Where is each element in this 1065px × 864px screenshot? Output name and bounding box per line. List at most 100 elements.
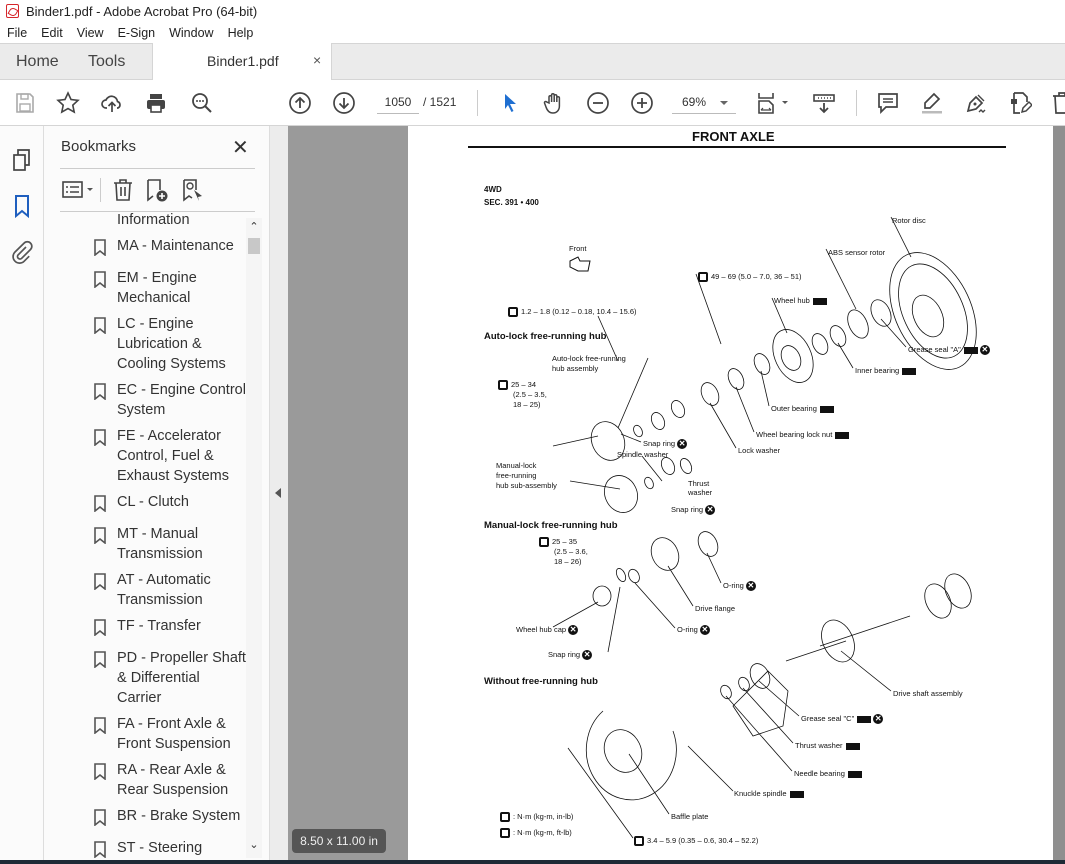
new-bookmark-icon[interactable] — [145, 178, 169, 202]
sign-icon[interactable] — [964, 91, 988, 115]
title-bar: Binder1.pdf - Adobe Acrobat Pro (64-bit) — [0, 0, 1065, 22]
inner-bearing — [829, 325, 847, 347]
bookmark-label: AT - Automatic Transmission — [117, 572, 211, 608]
grease-seal-c — [749, 663, 771, 689]
zoom-out-icon[interactable] — [586, 91, 610, 115]
page-up-icon[interactable] — [288, 91, 312, 115]
bookmark-label: FA - Front Axle & Front Suspension — [117, 716, 231, 752]
bookmark-label: RA - Rear Axle & Rear Suspension — [117, 762, 229, 798]
rotor-disc — [889, 252, 977, 370]
close-panel-icon[interactable]: ✕ — [232, 135, 249, 160]
bookmark-icon — [94, 717, 106, 735]
menu-help[interactable]: Help — [228, 26, 254, 40]
highlight-icon[interactable] — [920, 91, 944, 115]
panel-title: Bookmarks — [61, 138, 137, 155]
bookmark-icon — [94, 317, 106, 335]
menu-bar: File Edit View E-Sign Window Help — [0, 22, 1065, 43]
delete-icon[interactable] — [1050, 91, 1065, 115]
save-icon[interactable] — [13, 91, 37, 115]
tab-home[interactable]: Home — [16, 53, 59, 71]
document-viewer: FRONT AXLE 4WD SEC. 391 • 400 Front Auto… — [288, 126, 1065, 860]
bookmark-icon — [94, 271, 106, 289]
scroll-mode-icon[interactable] — [812, 91, 836, 115]
tab-document[interactable]: Binder1.pdf × — [152, 43, 332, 80]
page-number-input[interactable]: 1050 — [377, 92, 419, 114]
select-cursor-icon[interactable] — [498, 91, 522, 115]
bookmark-label: MT - Manual Transmission — [117, 526, 203, 562]
bookmark-label: ST - Steering — [117, 840, 203, 856]
scroll-down-icon[interactable]: ⌄ — [248, 838, 260, 851]
manual-lock-hub — [604, 475, 638, 513]
options-menu-button[interactable] — [61, 179, 97, 201]
panel-splitter[interactable] — [269, 126, 288, 864]
document-scrollbar[interactable] — [1053, 126, 1065, 860]
fit-page-icon[interactable] — [756, 91, 792, 115]
divider — [60, 168, 255, 169]
tab-tools[interactable]: Tools — [88, 53, 125, 71]
bookmark-icon — [94, 383, 106, 401]
bookmark-icon — [94, 239, 106, 257]
find-icon[interactable] — [190, 91, 214, 115]
window-title: Binder1.pdf - Adobe Acrobat Pro (64-bit) — [26, 3, 258, 19]
edit-pdf-icon[interactable] — [1008, 91, 1032, 115]
exploded-view-diagram — [552, 216, 977, 839]
baffle-plate — [585, 710, 677, 801]
navigation-rail — [0, 126, 44, 864]
bookmark-icon — [94, 809, 106, 827]
comment-icon[interactable] — [876, 91, 900, 115]
bookmark-label: TF - Transfer — [117, 618, 201, 634]
menu-view[interactable]: View — [77, 26, 104, 40]
bookmark-icon — [94, 651, 106, 669]
menu-file[interactable]: File — [7, 26, 27, 40]
print-icon[interactable] — [144, 91, 168, 115]
acrobat-logo-icon — [6, 4, 19, 18]
upload-cloud-icon[interactable] — [100, 91, 124, 115]
bookmark-icon — [94, 619, 106, 637]
delete-bookmark-icon[interactable] — [112, 178, 134, 202]
taskbar — [0, 860, 1065, 864]
page-size-badge: 8.50 x 11.00 in — [292, 829, 386, 853]
bookmark-icon — [94, 763, 106, 781]
knuckle-spindle — [732, 670, 789, 737]
bookmark-label: EM - Engine Mechanical — [117, 270, 197, 306]
scroll-up-icon[interactable]: ⌃ — [248, 220, 260, 233]
bookmark-label: EC - Engine Control System — [117, 382, 246, 418]
bookmark-icon — [94, 573, 106, 591]
bookmark-icon — [94, 495, 106, 513]
auto-lock-hub — [590, 421, 626, 461]
page-thumbnails-icon[interactable] — [10, 148, 34, 172]
zoom-in-icon[interactable] — [630, 91, 654, 115]
toolbar-divider — [856, 90, 857, 116]
tab-document-label: Binder1.pdf — [207, 53, 279, 69]
tab-bar: Home Tools Binder1.pdf × — [0, 43, 1065, 80]
bookmark-star-icon[interactable] — [56, 91, 80, 115]
menu-window[interactable]: Window — [169, 26, 213, 40]
hand-icon[interactable] — [542, 91, 566, 115]
chevron-down-icon — [720, 101, 728, 105]
zoom-level-value: 69% — [682, 95, 707, 109]
divider — [100, 178, 101, 202]
bookmark-icon — [94, 527, 106, 545]
menu-edit[interactable]: Edit — [41, 26, 63, 40]
bookmark-icon — [94, 429, 106, 447]
abs-sensor-rotor — [847, 309, 869, 339]
menu-esign[interactable]: E-Sign — [118, 26, 156, 40]
attachments-icon[interactable] — [10, 240, 34, 264]
collapse-panel-icon[interactable] — [275, 488, 281, 498]
bookmark-label: PD - Propeller Shaft & Differential Carr… — [117, 650, 246, 706]
scrollbar-thumb[interactable] — [248, 238, 260, 254]
bookmark-from-selection-icon[interactable] — [181, 178, 205, 202]
bookmark-label: BR - Brake System — [117, 808, 241, 824]
bookmark-label: Information — [117, 212, 190, 228]
bookmark-label: LC - Engine Lubrication & Cooling System… — [117, 316, 226, 372]
bookmark-scrollbar[interactable]: ⌃ ⌄ — [246, 218, 262, 858]
bookmark-label: CL - Clutch — [117, 494, 189, 510]
close-tab-icon[interactable]: × — [313, 52, 321, 68]
zoom-level-select[interactable]: 69% — [672, 92, 736, 114]
lock-washer — [700, 382, 720, 406]
drive-flange — [650, 537, 680, 571]
bookmarks-icon[interactable] — [10, 194, 34, 219]
page-down-icon[interactable] — [332, 91, 356, 115]
page-total: / 1521 — [423, 95, 457, 109]
wheel-hub — [772, 329, 814, 383]
